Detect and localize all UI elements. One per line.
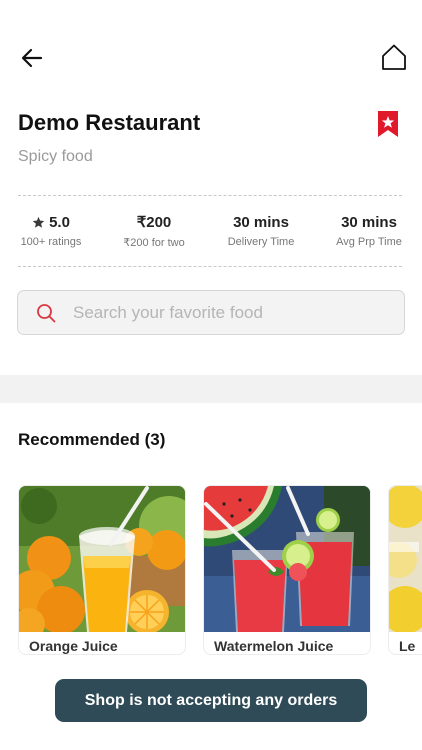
- recommended-carousel[interactable]: Orange Juice Watermelon Juice Le: [0, 485, 422, 655]
- product-image: [389, 486, 422, 632]
- stat-value: 5.0: [49, 213, 70, 231]
- home-icon: [382, 44, 406, 70]
- home-button[interactable]: [378, 42, 410, 72]
- restaurant-name: Demo Restaurant: [18, 110, 201, 135]
- divider: [18, 195, 402, 196]
- product-card-orange-juice[interactable]: Orange Juice: [18, 485, 186, 655]
- bookmark-button[interactable]: [377, 110, 399, 138]
- stat-label: Delivery Time: [227, 236, 295, 248]
- product-name: Orange Juice: [29, 638, 118, 654]
- product-image: [204, 486, 370, 632]
- product-name: Le: [399, 638, 416, 654]
- shop-closed-toast: Shop is not accepting any orders: [55, 679, 367, 722]
- search-input[interactable]: [73, 302, 373, 323]
- product-image: [19, 486, 185, 632]
- arrow-left-icon: [21, 48, 43, 68]
- stat-delivery-time: 30 mins Delivery Time: [218, 212, 304, 249]
- stat-label: ₹200 for two: [123, 237, 185, 249]
- search-icon: [35, 302, 57, 324]
- stats-row: 5.0 100+ ratings ₹200 ₹200 for two 30 mi…: [0, 212, 422, 252]
- stat-label: 100+ ratings: [20, 236, 82, 248]
- stat-label: Avg Prp Time: [336, 236, 402, 248]
- bookmark-icon: [378, 111, 398, 137]
- product-card-lemon[interactable]: Le: [388, 485, 422, 655]
- product-name: Watermelon Juice: [214, 638, 334, 654]
- back-button[interactable]: [18, 44, 46, 72]
- stat-value: ₹200: [136, 214, 172, 231]
- divider: [18, 266, 402, 267]
- product-card-watermelon-juice[interactable]: Watermelon Juice: [203, 485, 371, 655]
- recommended-title: Recommended (3): [18, 430, 166, 449]
- top-bar: [0, 40, 422, 74]
- stat-cost: ₹200 ₹200 for two: [112, 212, 196, 249]
- section-separator: [0, 375, 422, 403]
- restaurant-cuisine: Spicy food: [18, 148, 93, 165]
- stat-value: 30 mins: [341, 213, 397, 231]
- star-icon: [32, 216, 45, 228]
- stat-rating: 5.0 100+ ratings: [10, 212, 92, 249]
- search-bar[interactable]: [17, 290, 405, 335]
- stat-prep-time: 30 mins Avg Prp Time: [328, 212, 410, 249]
- stat-value: 30 mins: [233, 213, 289, 231]
